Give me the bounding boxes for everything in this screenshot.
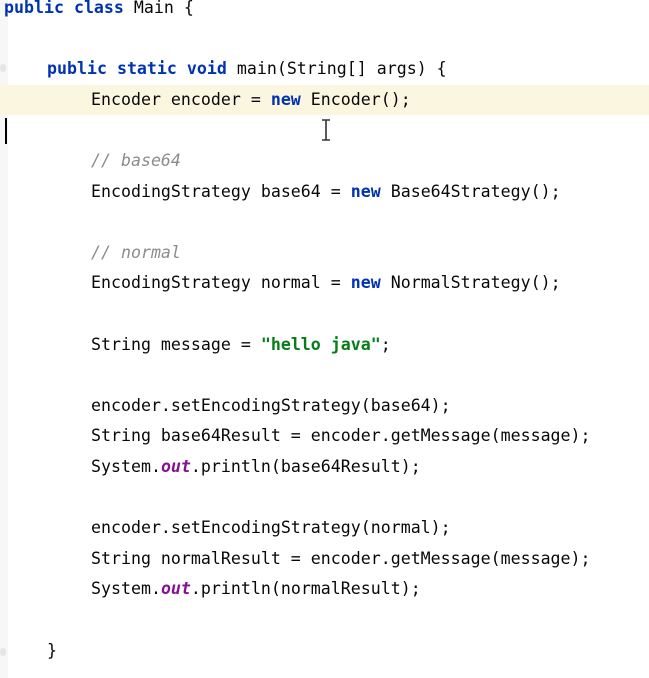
text-caret bbox=[5, 118, 7, 144]
code-token: // normal bbox=[91, 242, 181, 262]
code-token: EncodingStrategy normal = bbox=[91, 273, 351, 293]
code-line[interactable]: public static void main(String[] args) { bbox=[0, 54, 649, 84]
code-token: ; bbox=[380, 334, 391, 354]
code-line[interactable]: String message = "hello java"; bbox=[0, 330, 649, 360]
code-token: EncodingStrategy base64 = bbox=[91, 181, 351, 201]
code-line[interactable]: public class Main { bbox=[0, 0, 649, 23]
code-token: void bbox=[186, 59, 227, 79]
code-line[interactable] bbox=[0, 605, 649, 635]
code-line[interactable]: // normal bbox=[0, 238, 649, 268]
code-token: encoder.setEncodingStrategy(base64); bbox=[91, 395, 451, 415]
code-line[interactable]: EncodingStrategy base64 = new Base64Stra… bbox=[0, 177, 649, 207]
code-token: String message = bbox=[91, 334, 261, 354]
code-token: Encoder(); bbox=[300, 89, 411, 109]
code-token: encoder.setEncodingStrategy(normal); bbox=[91, 518, 451, 538]
code-token: } bbox=[47, 640, 57, 660]
code-token: // base64 bbox=[91, 151, 181, 170]
code-token: String base64Result = encoder.getMessage… bbox=[91, 426, 591, 446]
code-line[interactable]: String base64Result = encoder.getMessage… bbox=[0, 421, 649, 451]
code-token: new bbox=[270, 89, 301, 109]
code-token: out bbox=[160, 457, 191, 476]
code-token: out bbox=[160, 579, 191, 599]
code-token: Base64Strategy(); bbox=[380, 181, 561, 201]
code-token: .println(normalResult); bbox=[190, 579, 421, 599]
ibeam-cursor-icon bbox=[322, 119, 330, 141]
code-token: System. bbox=[91, 457, 161, 476]
code-line[interactable] bbox=[0, 299, 649, 329]
code-token: static bbox=[116, 59, 177, 79]
code-line[interactable]: System.out.println(normalResult); bbox=[0, 574, 649, 604]
code-line[interactable] bbox=[0, 207, 649, 237]
code-token: "hello java" bbox=[260, 334, 381, 354]
code-token: public bbox=[4, 0, 64, 17]
code-line[interactable]: System.out.println(base64Result); bbox=[0, 452, 649, 482]
code-line[interactable] bbox=[0, 483, 649, 513]
code-token: .println(base64Result); bbox=[190, 457, 421, 476]
code-token: System. bbox=[91, 579, 161, 599]
code-line[interactable]: } bbox=[0, 636, 649, 666]
code-line[interactable] bbox=[0, 360, 649, 390]
code-token: class bbox=[73, 0, 124, 17]
code-token: new bbox=[350, 181, 381, 201]
code-token: String normalResult = encoder.getMessage… bbox=[91, 548, 591, 568]
code-line[interactable]: encoder.setEncodingStrategy(normal); bbox=[0, 513, 649, 543]
code-line[interactable]: encoder.setEncodingStrategy(base64); bbox=[0, 391, 649, 421]
code-line[interactable]: // base64 bbox=[0, 146, 649, 176]
code-token: Encoder encoder = bbox=[91, 89, 271, 109]
code-line[interactable] bbox=[0, 24, 649, 54]
code-token: public bbox=[47, 59, 107, 79]
code-token: NormalStrategy(); bbox=[380, 273, 561, 293]
code-line[interactable]: EncodingStrategy normal = new NormalStra… bbox=[0, 268, 649, 298]
code-token: main(String[] args) { bbox=[226, 59, 447, 79]
code-line[interactable]: String normalResult = encoder.getMessage… bbox=[0, 544, 649, 574]
code-token: new bbox=[350, 273, 381, 293]
code-token: Main { bbox=[123, 0, 194, 17]
code-editor[interactable]: public class Main {public static void ma… bbox=[0, 0, 649, 678]
code-line[interactable]: Encoder encoder = new Encoder(); bbox=[0, 84, 649, 115]
